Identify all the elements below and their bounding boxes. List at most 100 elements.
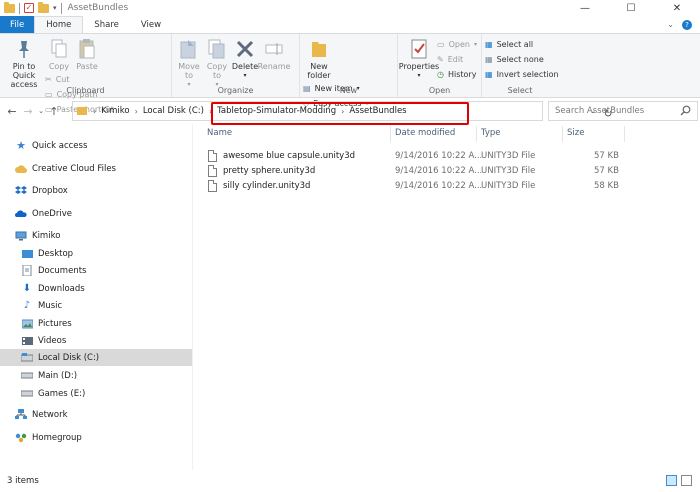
nav-homegroup[interactable]: Homegroup xyxy=(0,429,192,446)
chevron-right-icon[interactable]: › xyxy=(91,107,98,116)
tab-share[interactable]: Share xyxy=(83,16,130,33)
nav-label: OneDrive xyxy=(32,208,72,219)
nav-documents[interactable]: Documents xyxy=(0,262,192,279)
homegroup-icon xyxy=(15,432,27,444)
column-separator[interactable] xyxy=(624,126,625,142)
invert-selection-label: Invert selection xyxy=(496,70,559,79)
invert-selection-button[interactable]: ▦ Invert selection xyxy=(485,68,559,81)
nav-main-d[interactable]: Main (D:) xyxy=(0,367,192,384)
nav-label: Quick access xyxy=(32,140,88,151)
back-arrow-icon[interactable]: ← xyxy=(4,105,20,118)
rename-button[interactable]: Rename xyxy=(258,36,290,71)
music-folder-icon: ♪ xyxy=(23,300,31,311)
onedrive-icon xyxy=(15,208,27,220)
breadcrumb-local-disk[interactable]: Local Disk (C:) xyxy=(140,106,207,116)
details-view-icon[interactable] xyxy=(666,475,677,486)
recent-dropdown-icon[interactable]: ⌄ xyxy=(36,107,46,115)
nav-downloads[interactable]: ⬇ Downloads xyxy=(0,280,192,297)
column-header-date[interactable]: Date modified xyxy=(395,128,455,138)
qat-dropdown-icon[interactable]: ▾ xyxy=(53,4,57,12)
rename-icon xyxy=(264,36,284,62)
new-folder-qat-icon[interactable] xyxy=(38,1,49,13)
up-arrow-icon[interactable]: ↑ xyxy=(46,105,62,118)
properties-button[interactable]: Properties ▾ xyxy=(399,36,439,80)
minimize-button[interactable]: — xyxy=(562,0,608,16)
forward-arrow-icon[interactable]: → xyxy=(20,105,36,118)
nav-desktop[interactable]: Desktop xyxy=(0,245,192,262)
new-folder-button[interactable]: New folder xyxy=(303,36,335,80)
nav-local-disk[interactable]: Local Disk (C:) xyxy=(0,349,192,366)
tab-view[interactable]: View xyxy=(130,16,172,33)
large-icons-view-icon[interactable] xyxy=(681,475,692,486)
move-to-button[interactable]: Move to ▾ xyxy=(175,36,203,89)
nav-onedrive[interactable]: OneDrive xyxy=(0,205,192,222)
copy-label: Copy xyxy=(48,62,70,71)
expand-ribbon-icon[interactable]: ⌄ xyxy=(667,20,674,30)
paste-button[interactable]: Paste xyxy=(73,36,101,71)
column-header-name[interactable]: Name xyxy=(207,128,232,138)
scissors-icon: ✂ xyxy=(45,75,52,84)
edit-label: Edit xyxy=(447,55,464,64)
nav-kimiko[interactable]: Kimiko xyxy=(0,227,192,244)
column-separator[interactable] xyxy=(476,126,477,142)
column-header-type[interactable]: Type xyxy=(481,128,501,138)
select-group: ▦ Select all ▦ Select none ▦ Invert selecti… xyxy=(482,34,559,97)
copy-button[interactable]: Copy xyxy=(45,36,73,71)
column-separator[interactable] xyxy=(562,126,563,142)
new-folder-icon xyxy=(309,36,329,62)
select-none-button[interactable]: ▦ Select none xyxy=(485,53,559,66)
chevron-right-icon[interactable]: › xyxy=(133,107,140,116)
nav-music[interactable]: ♪ Music xyxy=(0,297,192,314)
open-button[interactable]: ▭ Open ▾ xyxy=(437,38,477,51)
select-none-icon: ▦ xyxy=(485,55,493,64)
nav-dropbox[interactable]: Dropbox xyxy=(0,182,192,199)
open-icon: ▭ xyxy=(437,40,445,49)
nav-pictures[interactable]: Pictures xyxy=(0,315,192,332)
nav-creative-cloud[interactable]: Creative Cloud Files xyxy=(0,160,192,177)
file-row[interactable]: pretty sphere.unity3d 9/14/2016 10:22 A.… xyxy=(205,164,625,179)
new-group: New folder ▤ New item ▾ ◇ Easy access ▾ New xyxy=(300,34,398,108)
file-size: 57 KB xyxy=(594,166,619,176)
tab-file[interactable]: File xyxy=(0,16,35,33)
nav-label: Desktop xyxy=(38,248,74,259)
computer-icon xyxy=(15,230,27,242)
organize-group: Move to ▾ Copy to ▾ Delete ▾ Rename Organiz… xyxy=(172,34,300,97)
help-icon[interactable]: ? xyxy=(682,20,692,30)
nav-videos[interactable]: Videos xyxy=(0,332,192,349)
delete-label: Delete xyxy=(231,62,259,71)
edit-button[interactable]: ✎ Edit xyxy=(437,53,477,66)
downloads-folder-icon: ⬇ xyxy=(22,283,32,294)
highlight-box xyxy=(211,102,469,125)
cut-button[interactable]: ✂ Cut xyxy=(45,73,114,86)
file-row[interactable]: awesome blue capsule.unity3d 9/14/2016 1… xyxy=(205,149,625,164)
address-bar[interactable]: › Kimiko › Local Disk (C:) › Tabletop-Si… xyxy=(72,101,613,125)
column-header-size[interactable]: Size xyxy=(567,128,584,138)
close-button[interactable]: ✕ xyxy=(654,0,700,16)
select-all-button[interactable]: ▦ Select all xyxy=(485,38,559,51)
nav-quick-access[interactable]: ★ Quick access xyxy=(0,137,192,154)
column-separator[interactable] xyxy=(390,126,391,142)
copy-icon xyxy=(50,36,68,62)
maximize-button[interactable]: ☐ xyxy=(608,0,654,16)
nav-network[interactable]: Network xyxy=(0,406,192,423)
move-to-icon xyxy=(179,36,199,62)
file-size: 58 KB xyxy=(594,181,619,191)
delete-button[interactable]: Delete ▾ xyxy=(231,36,259,80)
file-size: 57 KB xyxy=(594,151,619,161)
properties-qat-icon[interactable]: ✓ xyxy=(24,3,34,13)
file-date: 9/14/2016 10:22 A... xyxy=(395,166,483,176)
pin-quick-access-button[interactable]: Pin to Quick access xyxy=(3,36,45,89)
search-box[interactable]: Search AssetBundles xyxy=(548,101,698,121)
history-button[interactable]: ◷ History xyxy=(437,68,477,81)
divider xyxy=(19,2,20,14)
breadcrumb-kimiko[interactable]: Kimiko xyxy=(98,106,132,116)
move-to-label: Move to xyxy=(178,62,200,80)
item-count: 3 items xyxy=(7,476,39,486)
address-row: ← → ⌄ ↑ › Kimiko › Local Disk (C:) › Tab… xyxy=(0,98,700,125)
nav-games-e[interactable]: Games (E:) xyxy=(0,385,192,402)
copy-to-button[interactable]: Copy to ▾ xyxy=(203,36,231,89)
edit-icon: ✎ xyxy=(437,55,444,64)
pictures-folder-icon xyxy=(21,318,33,330)
file-row[interactable]: silly cylinder.unity3d 9/14/2016 10:22 A… xyxy=(205,179,625,194)
tab-home[interactable]: Home xyxy=(34,16,84,33)
